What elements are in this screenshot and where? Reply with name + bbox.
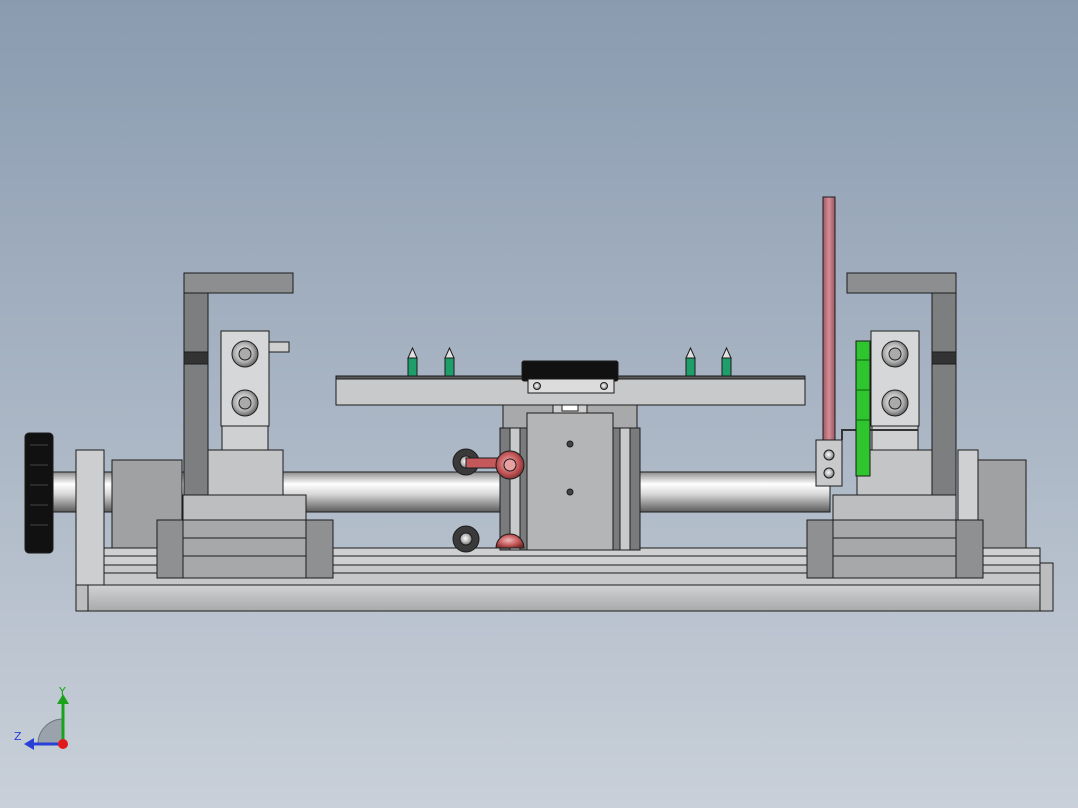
z-axis-label: Z bbox=[14, 730, 22, 743]
cad-model[interactable] bbox=[0, 0, 1078, 808]
x-axis-dot-icon bbox=[58, 739, 68, 749]
green-spring bbox=[855, 340, 871, 477]
y-axis-label: Y bbox=[59, 685, 66, 698]
graphics-viewport[interactable]: Y Z bbox=[0, 0, 1078, 808]
triad-graphic bbox=[24, 694, 69, 750]
top-plate bbox=[335, 360, 806, 406]
axis-triad: Y Z bbox=[10, 680, 80, 760]
z-arrow-head bbox=[24, 738, 34, 750]
triad-quadrant bbox=[37, 718, 64, 745]
